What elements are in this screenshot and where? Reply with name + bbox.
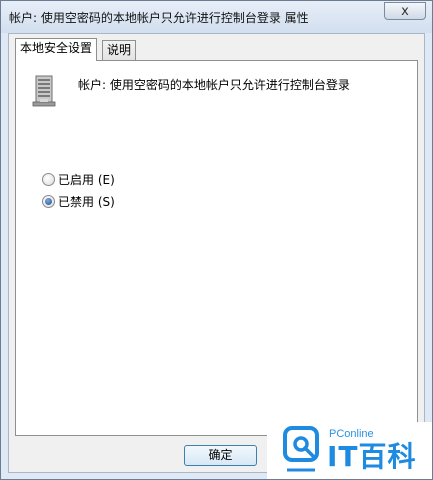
server-icon [32, 75, 56, 107]
enabled-option[interactable]: 已启用 (E) [42, 171, 115, 187]
tab-label: 本地安全设置 [20, 41, 93, 55]
pconline-logo-icon [283, 426, 319, 472]
close-button[interactable]: x [384, 2, 426, 20]
window-title: 帐户: 使用空密码的本地帐户只允许进行控制台登录 属性 [9, 11, 309, 25]
enabled-radio[interactable] [42, 172, 55, 186]
disabled-label: 已禁用 (S) [58, 194, 115, 209]
ok-button[interactable]: 确定 [184, 445, 257, 466]
pconline-watermark: PConline IT百科 [267, 422, 432, 479]
policy-title: 帐户: 使用空密码的本地帐户只允许进行控制台登录 [78, 78, 350, 92]
title-bar[interactable]: 帐户: 使用空密码的本地帐户只允许进行控制台登录 属性 x [1, 1, 432, 33]
close-icon: x [401, 4, 409, 19]
properties-dialog: 帐户: 使用空密码的本地帐户只允许进行控制台登录 属性 x 本地安全设置 说明 … [0, 0, 433, 480]
tab-label: 说明 [107, 43, 132, 57]
watermark-brand: PConline [329, 428, 374, 440]
watermark-title: IT百科 [327, 440, 417, 473]
tab-explain[interactable]: 说明 [102, 40, 137, 60]
tab-panel: 帐户: 使用空密码的本地帐户只允许进行控制台登录 已启用 (E) 已禁用 (S) [15, 60, 418, 436]
disabled-radio[interactable] [42, 194, 55, 208]
enabled-label: 已启用 (E) [58, 172, 115, 187]
tab-local-security-setting[interactable]: 本地安全设置 [15, 38, 98, 61]
disabled-option[interactable]: 已禁用 (S) [42, 193, 115, 209]
dialog-client-area: 本地安全设置 说明 帐户: 使用空密码的本地帐户只允许进行控制台登录 已启用 (… [8, 33, 425, 473]
